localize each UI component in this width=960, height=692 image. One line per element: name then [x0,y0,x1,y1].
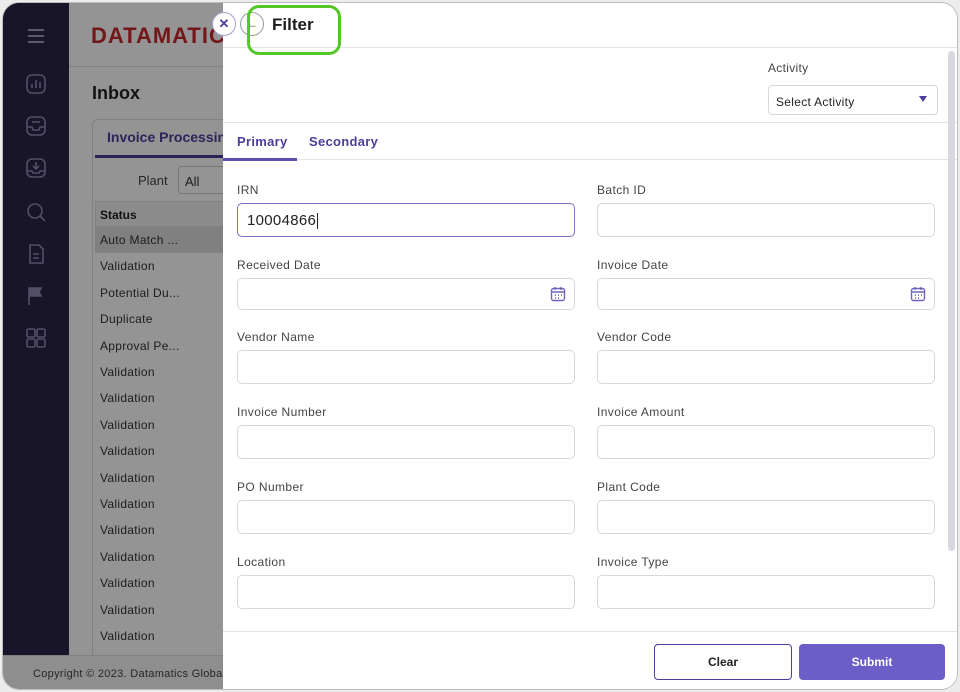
vendor-code-input[interactable] [597,350,935,384]
activity-select[interactable]: Select Activity [768,85,938,115]
invoice-number-label: Invoice Number [237,405,327,419]
irn-input[interactable]: 10004866 [237,203,575,237]
active-tab-underline [223,158,297,161]
activity-select-value: Select Activity [776,95,855,109]
location-label: Location [237,555,286,569]
chevron-down-icon [919,96,927,102]
invoice-amount-input[interactable] [597,425,935,459]
tab-secondary[interactable]: Secondary [309,134,378,149]
batch-id-label: Batch ID [597,183,647,197]
received-date-label: Received Date [237,258,321,272]
vendor-code-label: Vendor Code [597,330,672,344]
activity-label: Activity [768,61,809,75]
invoice-number-input[interactable] [237,425,575,459]
batch-id-input[interactable] [597,203,935,237]
highlight-annotation [247,5,341,55]
calendar-icon[interactable] [910,286,926,302]
scrollbar[interactable] [948,51,955,551]
app-window: DATAMATICS Inbox Invoice Processing Plan… [3,3,957,689]
received-date-input[interactable] [237,278,575,310]
close-icon[interactable]: ✕ [212,12,236,36]
tab-primary[interactable]: Primary [237,134,288,149]
invoice-amount-label: Invoice Amount [597,405,685,419]
vendor-name-input[interactable] [237,350,575,384]
clear-button[interactable]: Clear [654,644,792,680]
submit-button[interactable]: Submit [799,644,945,680]
plant-code-label: Plant Code [597,480,661,494]
po-number-input[interactable] [237,500,575,534]
vendor-name-label: Vendor Name [237,330,315,344]
invoice-type-label: Invoice Type [597,555,669,569]
filter-tabs: Primary Secondary [223,122,957,161]
invoice-type-input[interactable] [597,575,935,609]
calendar-icon[interactable] [550,286,566,302]
invoice-date-label: Invoice Date [597,258,669,272]
filter-header: ✕ ← Filter [212,3,957,55]
irn-value: 10004866 [247,212,319,230]
po-number-label: PO Number [237,480,304,494]
invoice-date-input[interactable] [597,278,935,310]
filter-panel: ✕ ← Filter Activity Select Activity Prim… [212,3,957,689]
filter-footer: Clear Submit [223,631,957,689]
irn-label: IRN [237,183,259,197]
location-input[interactable] [237,575,575,609]
plant-code-input[interactable] [597,500,935,534]
